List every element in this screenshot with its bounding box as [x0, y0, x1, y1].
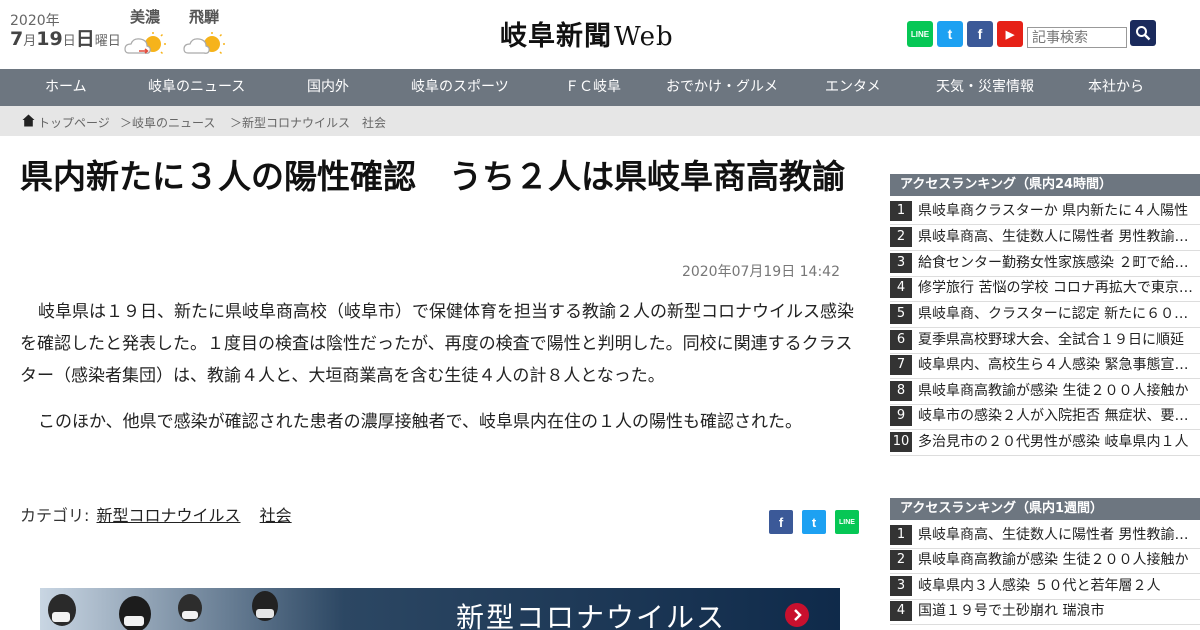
ranking-item[interactable]: 5 県岐阜商、クラスターに認定 新たに６０代教諭ら: [890, 302, 1200, 328]
rank-number: 10: [890, 432, 912, 452]
ranking-item[interactable]: 10 多治見市の２０代男性が感染 岐阜県内１人: [890, 430, 1200, 456]
covid-banner[interactable]: 新型コロナウイルス: [40, 588, 840, 630]
rank-title: 県岐阜商高教諭が感染 生徒２００人接触か: [918, 552, 1189, 568]
site-header: 2020年 7月19日日曜日 美濃 飛騨 岐阜新聞Web LINE t f ▶: [0, 0, 1200, 69]
ranking-item[interactable]: 9 岐阜市の感染２人が入院拒否 無症状、要請に応じず: [890, 404, 1200, 430]
ranking-item[interactable]: 4 国道１９号で土砂崩れ 瑞浪市: [890, 599, 1200, 625]
rank-number: 4: [890, 278, 912, 298]
rank-number: 6: [890, 330, 912, 350]
date-day-unit: 日: [62, 34, 76, 49]
date-year: 2020年: [10, 13, 60, 29]
date-display: 2020年 7月19日日曜日: [10, 12, 121, 51]
date-weekday-unit: 曜日: [94, 34, 121, 49]
line-icon[interactable]: LINE: [907, 21, 933, 47]
ranking-item[interactable]: 1 県岐阜商クラスターか 県内新たに４人陽性: [890, 199, 1200, 225]
site-logo[interactable]: 岐阜新聞Web: [500, 14, 674, 53]
weather-hida[interactable]: 飛騨: [178, 6, 230, 61]
facebook-icon[interactable]: f: [967, 21, 993, 47]
nav-item-entertainment[interactable]: エンタメ: [825, 69, 881, 106]
banner-photo: [48, 591, 278, 630]
rank-number: 8: [890, 381, 912, 401]
article-paragraph: 岐阜県は１９日、新たに県岐阜商高校（岐阜市）で保健体育を担当する教諭２人の新型コ…: [20, 302, 854, 386]
main-nav: ホーム 岐阜のニュース 国内外 岐阜のスポーツ ＦＣ岐阜 おでかけ・グルメ エン…: [0, 69, 1200, 106]
rank-title: 夏季県高校野球大会、全試合１９日に順延: [918, 332, 1184, 348]
banner-title: 新型コロナウイルス: [456, 601, 727, 630]
search-button[interactable]: [1130, 20, 1156, 46]
nav-item-outing-gourmet[interactable]: おでかけ・グルメ: [666, 69, 778, 106]
rank-title: 岐阜県内３人感染 ５０代と若年層２人: [918, 578, 1161, 594]
ranking-item[interactable]: 3 給食センター勤務女性家族感染 ２町で給食停止: [890, 251, 1200, 277]
rank-number: 2: [890, 227, 912, 247]
article-paragraph: このほか、他県で感染が確認された患者の濃厚接触者で、岐阜県内在住の１人の陽性も確…: [38, 412, 802, 432]
ranking-weekly-title: アクセスランキング（県内1週間）: [890, 498, 1200, 520]
ranking-item[interactable]: 7 岐阜県内、高校生ら４人感染 緊急事態宣言後初: [890, 353, 1200, 379]
rank-number: 2: [890, 550, 912, 570]
article-timestamp: 2020年07月19日 14:42: [681, 264, 840, 280]
line-share-icon[interactable]: LINE: [835, 510, 859, 534]
ranking-item[interactable]: 1 県岐阜商高、生徒数人に陽性者 男性教諭の濃厚接触者: [890, 523, 1200, 549]
twitter-icon[interactable]: t: [937, 21, 963, 47]
ranking-item[interactable]: 4 修学旅行 苦悩の学校 コロナ再拡大で東京回避の動き: [890, 276, 1200, 302]
rank-title: 修学旅行 苦悩の学校 コロナ再拡大で東京回避の動き: [918, 280, 1200, 296]
nav-item-company[interactable]: 本社から: [1088, 69, 1144, 106]
rank-number: 3: [890, 576, 912, 596]
facebook-share-icon[interactable]: f: [769, 510, 793, 534]
rank-title: 県岐阜商、クラスターに認定 新たに６０代教諭ら: [918, 306, 1200, 322]
article-headline: 県内新たに３人の陽性確認 うち２人は県岐阜商高教諭: [20, 157, 845, 196]
date-weekday: 日: [75, 28, 95, 50]
breadcrumb-top[interactable]: トップページ: [38, 114, 110, 131]
date-month: 7: [10, 28, 24, 50]
rank-number: 3: [890, 253, 912, 273]
breadcrumb-category[interactable]: ＞新型コロナウイルス 社会: [230, 114, 386, 131]
weather-region: 美濃: [129, 8, 160, 26]
cloudy-sunny-icon: [183, 32, 225, 55]
rank-number: 9: [890, 406, 912, 426]
search-input[interactable]: [1027, 27, 1127, 48]
rank-title: 給食センター勤務女性家族感染 ２町で給食停止: [918, 255, 1200, 271]
rank-title: 県岐阜商クラスターか 県内新たに４人陽性: [918, 203, 1189, 219]
rank-title: 県岐阜商高、生徒数人に陽性者 男性教諭の濃厚接触者: [918, 527, 1200, 543]
category-link-covid[interactable]: 新型コロナウイルス: [97, 506, 241, 525]
rank-title: 岐阜県内、高校生ら４人感染 緊急事態宣言後初: [918, 357, 1200, 373]
rank-title: 岐阜市の感染２人が入院拒否 無症状、要請に応じず: [918, 408, 1200, 424]
rank-number: 4: [890, 601, 912, 621]
ranking-item[interactable]: 8 県岐阜商高教諭が感染 生徒２００人接触か: [890, 379, 1200, 405]
category-link-society[interactable]: 社会: [260, 506, 292, 525]
twitter-share-icon[interactable]: t: [802, 510, 826, 534]
nav-item-home[interactable]: ホーム: [45, 69, 87, 106]
rank-title: 国道１９号で土砂崩れ 瑞浪市: [918, 603, 1105, 619]
logo-name: 岐阜新聞: [500, 21, 612, 52]
nav-item-weather-disaster[interactable]: 天気・災害情報: [936, 69, 1034, 106]
search-icon: [1136, 26, 1151, 41]
rank-number: 7: [890, 355, 912, 375]
ranking-item[interactable]: 2 県岐阜商高教諭が感染 生徒２００人接触か: [890, 548, 1200, 574]
home-icon: [22, 114, 35, 127]
nav-item-fc-gifu[interactable]: ＦＣ岐阜: [565, 69, 621, 106]
date-month-unit: 月: [23, 34, 37, 49]
ranking-item[interactable]: 6 夏季県高校野球大会、全試合１９日に順延: [890, 328, 1200, 354]
rank-number: 1: [890, 525, 912, 545]
rank-title: 県岐阜商高教諭が感染 生徒２００人接触か: [918, 383, 1189, 399]
weather-region: 飛騨: [188, 8, 219, 26]
rank-title: 多治見市の２０代男性が感染 岐阜県内１人: [918, 434, 1189, 450]
rank-title: 県岐阜商高、生徒数人に陽性者 男性教諭の濃厚接触者: [918, 229, 1200, 245]
date-day: 19: [36, 28, 63, 50]
cloudy-then-sunny-icon: [124, 32, 166, 55]
breadcrumb-gifu-news[interactable]: ＞岐阜のニュース: [120, 114, 215, 131]
rank-number: 5: [890, 304, 912, 324]
arrow-right-icon: [785, 603, 809, 627]
logo-suffix: Web: [614, 22, 674, 52]
nav-item-national[interactable]: 国内外: [307, 69, 349, 106]
nav-item-sports[interactable]: 岐阜のスポーツ: [411, 69, 509, 106]
nav-item-gifu-news[interactable]: 岐阜のニュース: [148, 69, 245, 106]
category-label: カテゴリ:: [20, 506, 90, 525]
rank-number: 1: [890, 201, 912, 221]
ranking-daily-title: アクセスランキング（県内24時間）: [890, 174, 1200, 196]
youtube-icon[interactable]: ▶: [997, 21, 1023, 47]
ranking-item[interactable]: 2 県岐阜商高、生徒数人に陽性者 男性教諭の濃厚接触者: [890, 225, 1200, 251]
breadcrumb: トップページ ＞岐阜のニュース ＞新型コロナウイルス 社会: [0, 106, 1200, 136]
weather-mino[interactable]: 美濃: [119, 6, 171, 61]
article-categories: カテゴリ: 新型コロナウイルス 社会: [20, 502, 292, 526]
ranking-item[interactable]: 3 岐阜県内３人感染 ５０代と若年層２人: [890, 574, 1200, 600]
